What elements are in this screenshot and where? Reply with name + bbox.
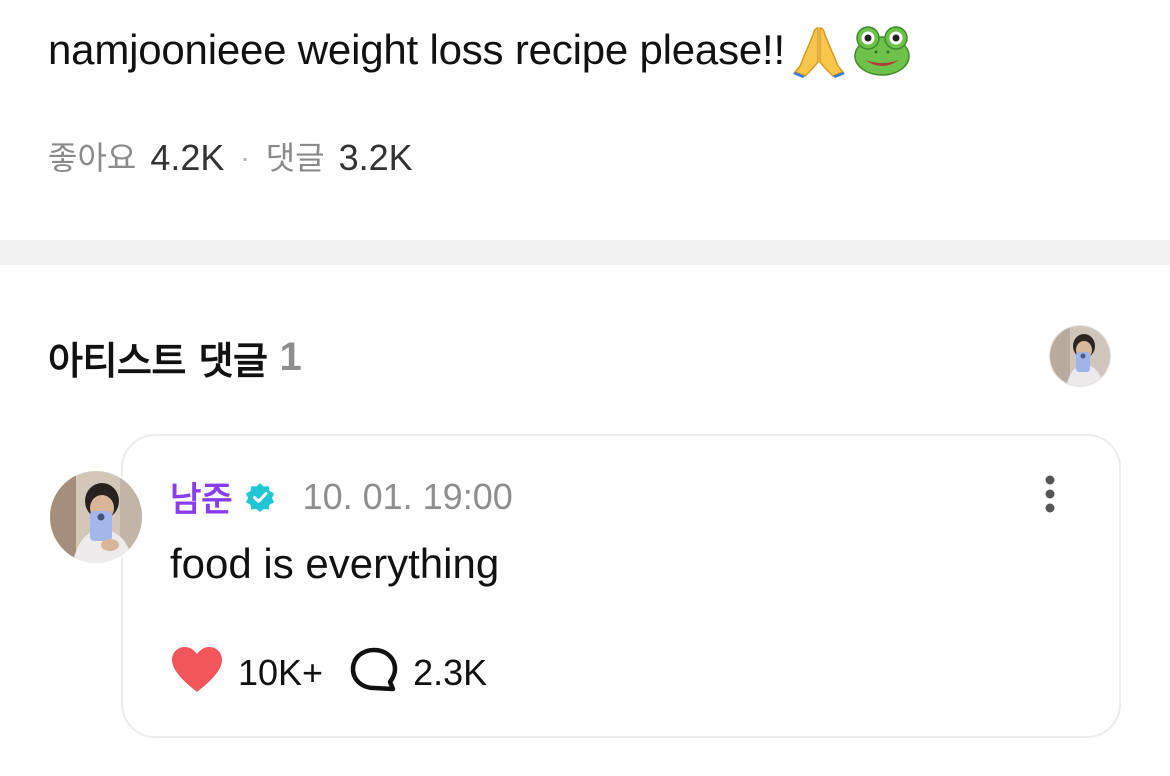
comments-count[interactable]: 3.2K xyxy=(339,136,413,180)
more-options-icon[interactable] xyxy=(1032,472,1068,516)
comment-actions: 10K+ 2.3K xyxy=(170,646,487,699)
artist-comments-title: 아티스트 댓글 xyxy=(48,339,268,383)
verified-badge-icon xyxy=(245,482,275,512)
comment-bubble-icon[interactable] xyxy=(349,646,399,699)
artist-avatar[interactable] xyxy=(1049,325,1111,387)
likes-count[interactable]: 4.2K xyxy=(150,136,224,180)
reply-button[interactable]: 2.3K xyxy=(349,646,487,699)
post-text: namjoonieee weight loss recipe please!! xyxy=(48,26,785,73)
like-button[interactable]: 10K+ xyxy=(170,646,323,699)
comment-timestamp: 10. 01. 19:00 xyxy=(302,475,513,517)
folded-hands-emoji-icon xyxy=(791,22,847,78)
likes-label[interactable]: 좋아요 xyxy=(48,136,136,180)
like-count: 10K+ xyxy=(238,651,324,693)
comments-label[interactable]: 댓글 xyxy=(266,136,325,180)
post-stats: 좋아요 4.2K · 댓글 3.2K xyxy=(48,136,413,180)
frog-emoji-icon xyxy=(853,24,911,76)
stats-separator: · xyxy=(240,142,250,173)
post-text-row: namjoonieee weight loss recipe please!! xyxy=(48,22,911,78)
reply-count: 2.3K xyxy=(413,651,488,693)
comment-author-avatar[interactable] xyxy=(48,469,144,565)
artist-comments-count: 1 xyxy=(279,335,302,379)
comment-author-row: 남준 10. 01. 19:00 xyxy=(170,472,513,521)
comment-author-name[interactable]: 남준 xyxy=(170,472,233,521)
artist-comments-header: 아티스트 댓글 1 xyxy=(48,330,302,385)
comment-text: food is everything xyxy=(170,540,500,587)
heart-icon[interactable] xyxy=(170,646,224,699)
section-divider xyxy=(0,240,1170,265)
